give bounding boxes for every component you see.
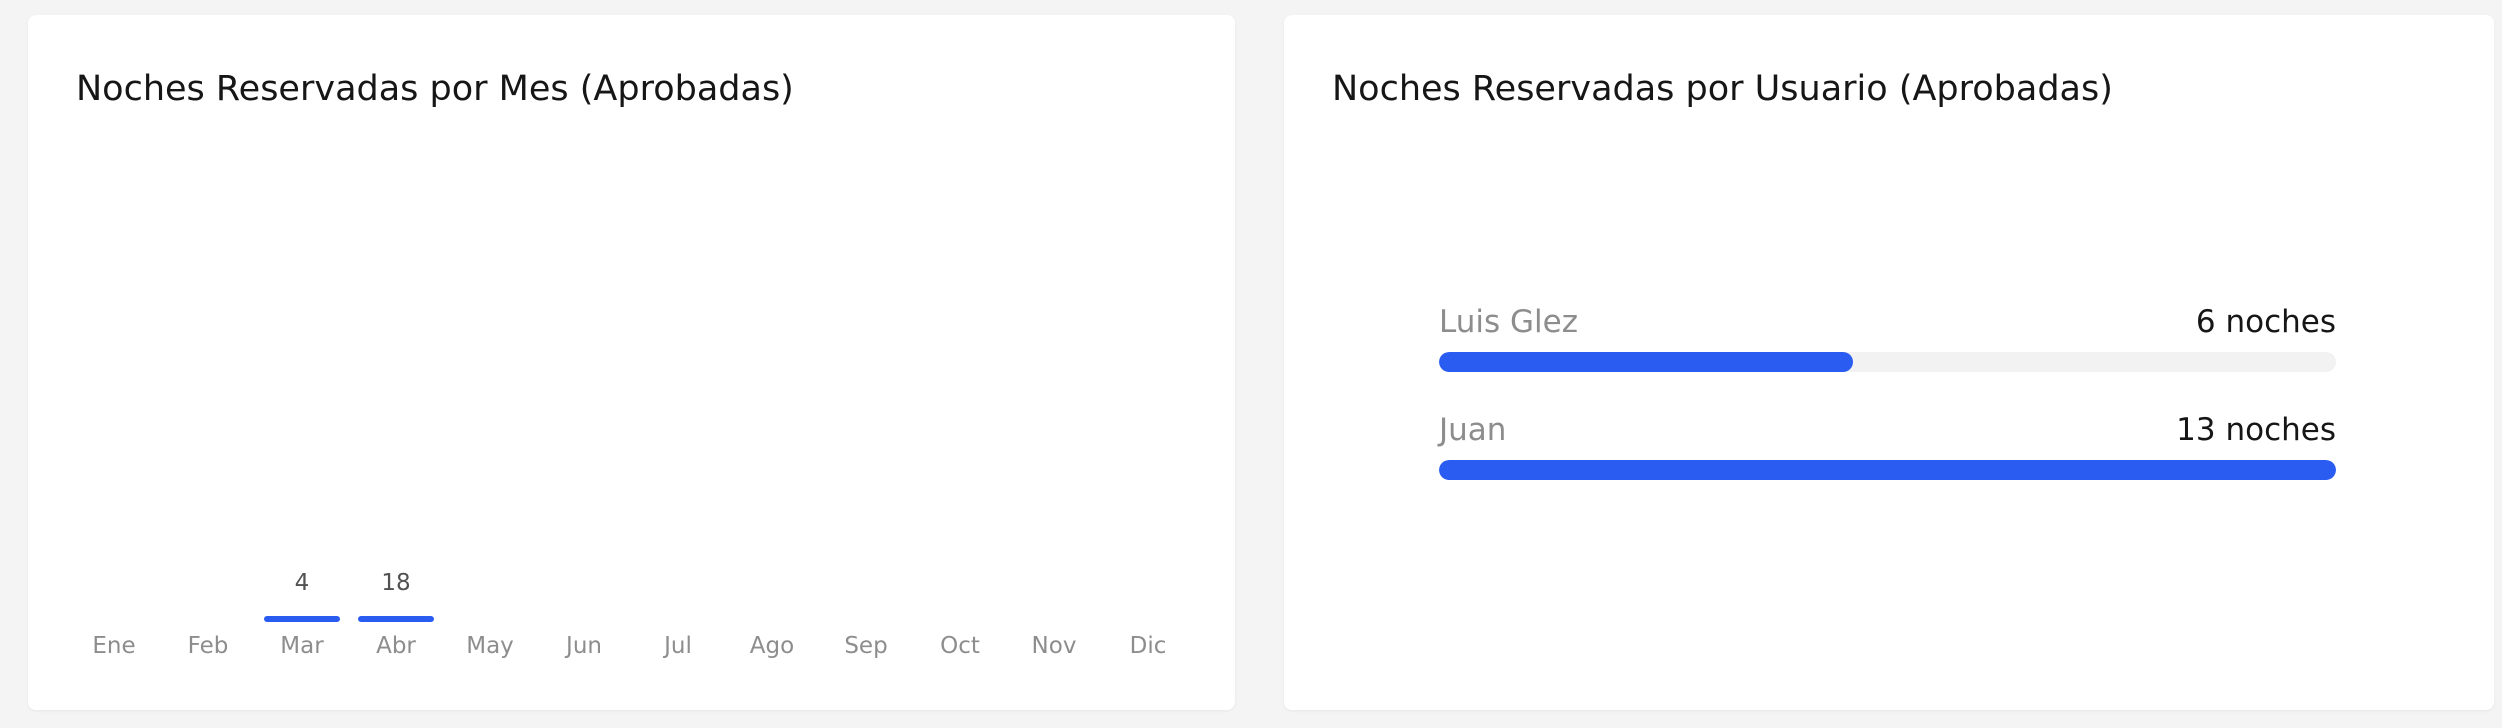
month-column: Abr 18 [349,15,443,710]
month-column: Ene [67,15,161,710]
month-data-label: 4 [294,570,310,596]
month-column: May [443,15,537,710]
month-column: Sep [819,15,913,710]
user-bar [1439,460,2336,480]
month-column: Jun [537,15,631,710]
month-tick-label: Abr [376,633,416,659]
month-tick-label: May [466,633,514,659]
month-bar [264,616,340,622]
month-column: Jul [631,15,725,710]
user-bar-track [1439,460,2336,480]
month-tick-label: Sep [844,633,888,659]
month-data-label: 18 [381,570,411,596]
user-bar [1439,352,1853,372]
month-tick-label: Jul [664,633,692,659]
month-column: Mar 4 [255,15,349,710]
month-column: Nov [1007,15,1101,710]
user-value-label: 13 noches [2176,412,2336,448]
month-tick-label: Oct [940,633,980,659]
month-bar [358,616,434,622]
user-chart-title: Noches Reservadas por Usuario (Aprobadas… [1332,69,2113,109]
user-bar-track [1439,352,2336,372]
month-tick-label: Jun [566,633,602,659]
user-value-label: 6 noches [2195,304,2336,340]
user-row: Luis Glez 6 noches [1439,304,2336,384]
month-tick-label: Feb [187,633,229,659]
month-tick-label: Mar [280,633,324,659]
month-tick-label: Nov [1031,633,1077,659]
month-column: Dic [1101,15,1195,710]
month-tick-label: Dic [1129,633,1167,659]
user-chart-card: Noches Reservadas por Usuario (Aprobadas… [1284,15,2494,710]
user-name-label: Juan [1439,412,1507,448]
month-column: Oct [913,15,1007,710]
month-tick-label: Ago [749,633,795,659]
user-name-label: Luis Glez [1439,304,1578,340]
month-column: Feb [161,15,255,710]
month-column: Ago [725,15,819,710]
monthly-chart-card: Noches Reservadas por Mes (Aprobadas) En… [28,15,1235,710]
user-row: Juan 13 noches [1439,412,2336,492]
month-tick-label: Ene [92,633,136,659]
